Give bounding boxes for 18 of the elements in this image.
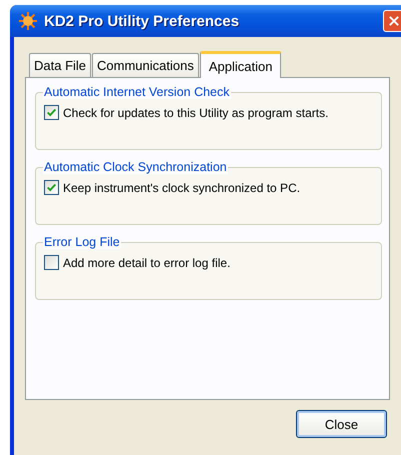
checkbox[interactable] — [44, 255, 59, 270]
window-title: KD2 Pro Utility Preferences — [44, 12, 240, 30]
check-icon — [46, 182, 57, 193]
tab[interactable]: Communications — [92, 53, 199, 77]
checkbox[interactable] — [44, 180, 59, 195]
check-icon — [46, 107, 57, 118]
close-button[interactable]: Close — [296, 410, 387, 438]
tab[interactable]: Data File — [29, 53, 92, 77]
group-title: Automatic Internet Version Check — [43, 85, 231, 99]
checkbox-label: Add more detail to error log file. — [63, 256, 230, 270]
close-icon[interactable] — [383, 10, 401, 32]
checkbox-label: Check for updates to this Utility as program starts. — [63, 106, 328, 120]
tab[interactable]: Application — [200, 51, 282, 78]
group-title: Error Log File — [43, 235, 121, 249]
checkbox[interactable] — [44, 105, 59, 120]
sun-icon — [18, 11, 38, 31]
group-title: Automatic Clock Synchronization — [43, 160, 228, 174]
checkbox-label: Keep instrument's clock synchronized to PC. — [63, 180, 300, 194]
